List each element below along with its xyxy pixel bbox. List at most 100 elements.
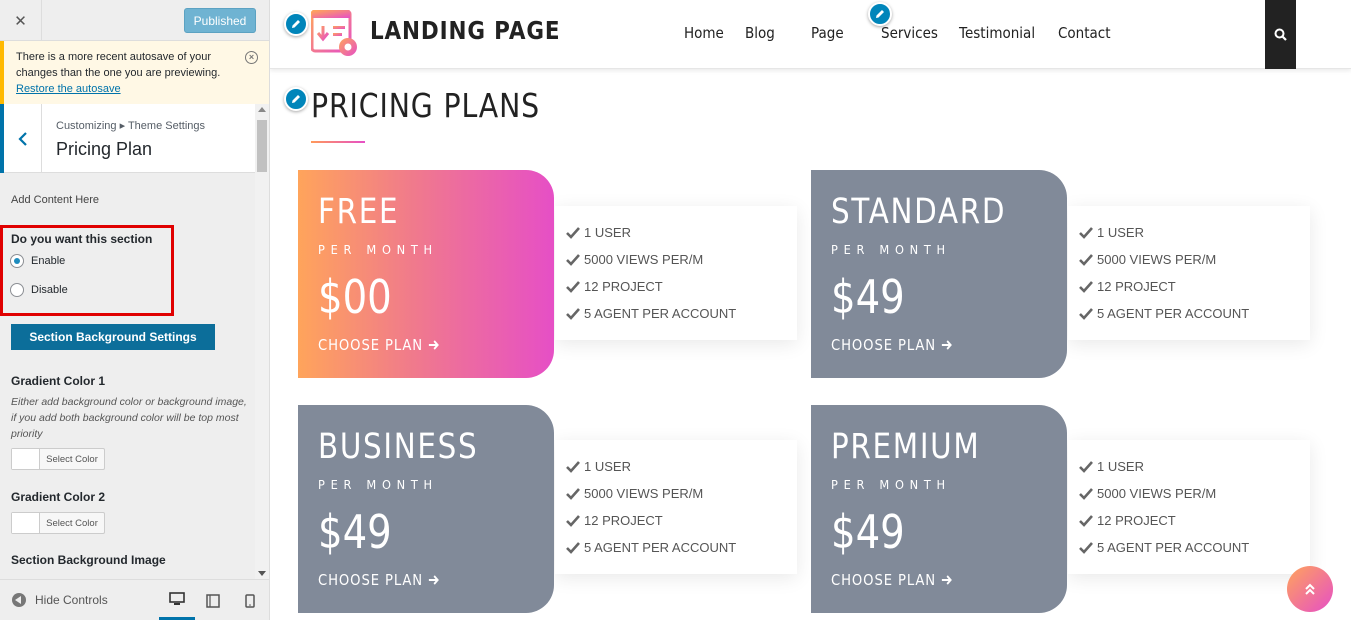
scroll-down-arrow-icon[interactable] [258,571,266,576]
close-icon: ✕ [14,11,27,30]
plan-feature-item: 12 PROJECT [566,513,663,528]
check-icon [1079,515,1093,527]
pencil-icon [876,10,884,18]
site-logo[interactable] [310,9,360,58]
nav-testimonial[interactable]: Testimonial [959,24,1035,42]
nav-blog[interactable]: Blog [745,24,775,42]
sidebar-scrollbar[interactable] [255,104,269,579]
check-icon [1079,308,1093,320]
scroll-to-top-button[interactable] [1287,566,1333,612]
back-button[interactable] [0,104,42,173]
plan-feature-text: 5000 VIEWS PER/M [1097,486,1217,501]
plan-feature-item: 5000 VIEWS PER/M [1079,486,1216,501]
plan-name: FREE [318,192,400,232]
enable-radio[interactable] [10,254,24,268]
choose-plan-button[interactable]: CHOOSE PLAN [318,336,441,354]
published-button[interactable]: Published [184,8,256,33]
restore-autosave-link[interactable]: Restore the autosave [16,83,121,95]
edit-menu-shortcut[interactable] [868,2,892,26]
site-header: LANDING PAGE Home Blog Page Services Tes… [270,0,1351,69]
plan-feature-text: 1 USER [1097,459,1144,474]
plan-feature-item: 12 PROJECT [1079,513,1176,528]
edit-logo-shortcut[interactable] [284,12,308,36]
preview-tablet-button[interactable] [195,580,231,620]
gradient-color-2-picker[interactable]: Select Color [11,512,105,534]
search-button[interactable] [1265,0,1296,69]
plan-feature-text: 12 PROJECT [1097,513,1176,528]
add-content-label: Add Content Here [11,194,100,206]
plan-period: PER MONTH [318,243,438,257]
gradient-color-1-picker[interactable]: Select Color [11,448,105,470]
plan-feature-item: 5 AGENT PER ACCOUNT [1079,306,1249,321]
heading-underline [311,141,365,143]
choose-plan-button[interactable]: CHOOSE PLAN [831,336,954,354]
check-icon [1079,281,1093,293]
check-icon [1079,542,1093,554]
plan-features-list: 1 USER 5000 VIEWS PER/M 12 PROJECT 5 AGENT … [1068,206,1310,340]
plan-features-list: 1 USER 5000 VIEWS PER/M 12 PROJECT 5 AGENT … [555,440,797,574]
scroll-up-arrow-icon[interactable] [258,107,266,112]
plan-feature-item: 5000 VIEWS PER/M [1079,252,1216,267]
sidebar-header: ✕ Published [0,0,269,41]
preview-mobile-button[interactable] [232,580,268,620]
desktop-icon [169,591,185,605]
choose-plan-button[interactable]: CHOOSE PLAN [318,571,441,589]
scroll-thumb[interactable] [257,120,267,172]
plan-feature-text: 5 AGENT PER ACCOUNT [584,306,737,321]
color-swatch [12,449,40,469]
select-color-label: Select Color [46,517,98,529]
plan-feature-text: 5 AGENT PER ACCOUNT [584,540,737,555]
nav-page[interactable]: Page [811,24,844,42]
close-customizer-button[interactable]: ✕ [0,0,42,41]
arrow-right-icon [942,340,953,350]
check-icon [566,281,580,293]
edit-section-shortcut[interactable] [284,87,308,111]
plan-feature-text: 12 PROJECT [584,279,663,294]
choose-plan-button[interactable]: CHOOSE PLAN [831,571,954,589]
plan-feature-item: 12 PROJECT [1079,279,1176,294]
controls-panel: Add Content Here Do you want this sectio… [0,173,255,579]
gradient-color-1-description: Either add background color or backgroun… [11,396,247,440]
site-title[interactable]: LANDING PAGE [370,16,560,45]
plan-feature-text: 12 PROJECT [1097,279,1176,294]
search-icon [1274,28,1287,41]
check-icon [566,542,580,554]
enable-label: Enable [31,255,66,267]
plan-features-list: 1 USER 5000 VIEWS PER/M 12 PROJECT 5 AGENT … [555,206,797,340]
choose-plan-label: CHOOSE PLAN [831,571,937,589]
enable-radio-option[interactable]: Enable [10,254,65,268]
arrow-right-icon [942,575,953,585]
dismiss-notice-icon[interactable]: × [245,51,258,64]
plan-feature-item: 12 PROJECT [566,279,663,294]
tablet-icon [206,593,220,608]
plan-feature-item: 1 USER [566,225,631,240]
nav-contact[interactable]: Contact [1058,24,1111,42]
gradient-color-1-label: Gradient Color 1 [11,374,106,388]
plan-card: STANDARD PER MONTH $49 CHOOSE PLAN [811,170,1067,378]
nav-services[interactable]: Services [881,24,938,42]
hide-controls-button[interactable]: Hide Controls [12,593,108,607]
plan-feature-item: 5000 VIEWS PER/M [566,486,703,501]
plan-feature-text: 5000 VIEWS PER/M [584,252,704,267]
panel-title: Pricing Plan [56,139,153,159]
plan-feature-item: 1 USER [1079,459,1144,474]
choose-plan-label: CHOOSE PLAN [318,571,424,589]
check-icon [566,488,580,500]
section-background-settings-button[interactable]: Section Background Settings [11,324,215,350]
nav-home[interactable]: Home [684,24,724,42]
disable-radio[interactable] [10,283,24,297]
plan-feature-text: 5 AGENT PER ACCOUNT [1097,306,1250,321]
plan-feature-text: 1 USER [1097,225,1144,240]
plan-feature-text: 1 USER [584,459,631,474]
preview-desktop-button[interactable] [159,580,195,620]
chevron-left-icon [17,131,27,146]
check-icon [566,254,580,266]
plan-feature-text: 1 USER [584,225,631,240]
mobile-icon [245,593,255,608]
choose-plan-label: CHOOSE PLAN [318,336,424,354]
plan-price: $49 [831,270,905,324]
hide-controls-label: Hide Controls [35,593,108,607]
section-heading: PRICING PLANS [311,86,541,125]
section-background-image-label: Section Background Image [11,553,166,567]
disable-radio-option[interactable]: Disable [10,283,68,297]
